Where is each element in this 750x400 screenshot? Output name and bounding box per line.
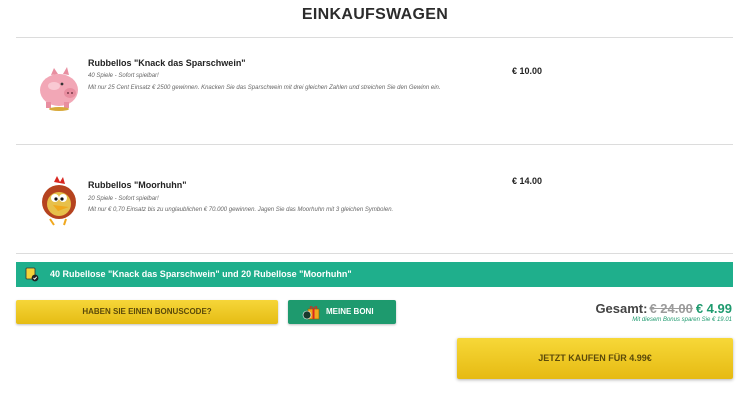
- item-description: Mit nur 25 Cent Einsatz € 2500 gewinnen.…: [88, 85, 441, 91]
- page-title: EINKAUFSWAGEN: [301, 6, 449, 23]
- savings-text: Mit diesem Bonus sparen Sie € 19.01: [632, 317, 732, 323]
- divider: [16, 253, 733, 254]
- item-name: Rubbellos "Knack das Sparschwein": [88, 58, 246, 68]
- my-boni-button[interactable]: MEINE BONI: [288, 300, 396, 324]
- order-summary-text: 40 Rubellose "Knack das Sparschwein" und…: [50, 269, 352, 279]
- item-description: Mit nur € 0,70 Einsatz bis zu unglaublic…: [88, 207, 394, 213]
- moorhuhn-chicken-icon: [42, 176, 76, 226]
- item-subtitle: 40 Spiele - Sofort spielbar!: [88, 73, 159, 79]
- order-total: Gesamt: € 24.00 € 4.99: [595, 301, 732, 316]
- item-price: € 14.00: [512, 176, 543, 186]
- buy-now-button[interactable]: JETZT KAUFEN FÜR 4.99€: [457, 338, 733, 379]
- my-boni-label: MEINE BONI: [326, 307, 374, 316]
- item-subtitle: 20 Spiele - Sofort spielbar!: [88, 196, 159, 202]
- item-name: Rubbellos "Moorhuhn": [88, 180, 187, 190]
- piggy-bank-icon: [40, 67, 78, 111]
- gift-icon: [302, 306, 320, 320]
- bonus-code-button[interactable]: HABEN SIE EINEN BONUSCODE?: [16, 300, 278, 324]
- old-price: € 24.00: [649, 301, 693, 316]
- ticket-check-icon: [25, 267, 39, 282]
- divider: [16, 37, 733, 38]
- divider: [16, 144, 733, 145]
- cart-item: Rubbellos "Moorhuhn" 20 Spiele - Sofort …: [16, 146, 733, 252]
- cart-item: Rubbellos "Knack das Sparschwein" 40 Spi…: [16, 40, 733, 146]
- new-price: € 4.99: [695, 301, 732, 316]
- order-summary-bar: 40 Rubellose "Knack das Sparschwein" und…: [16, 262, 733, 287]
- total-label: Gesamt:: [595, 301, 648, 316]
- item-price: € 10.00: [512, 66, 543, 76]
